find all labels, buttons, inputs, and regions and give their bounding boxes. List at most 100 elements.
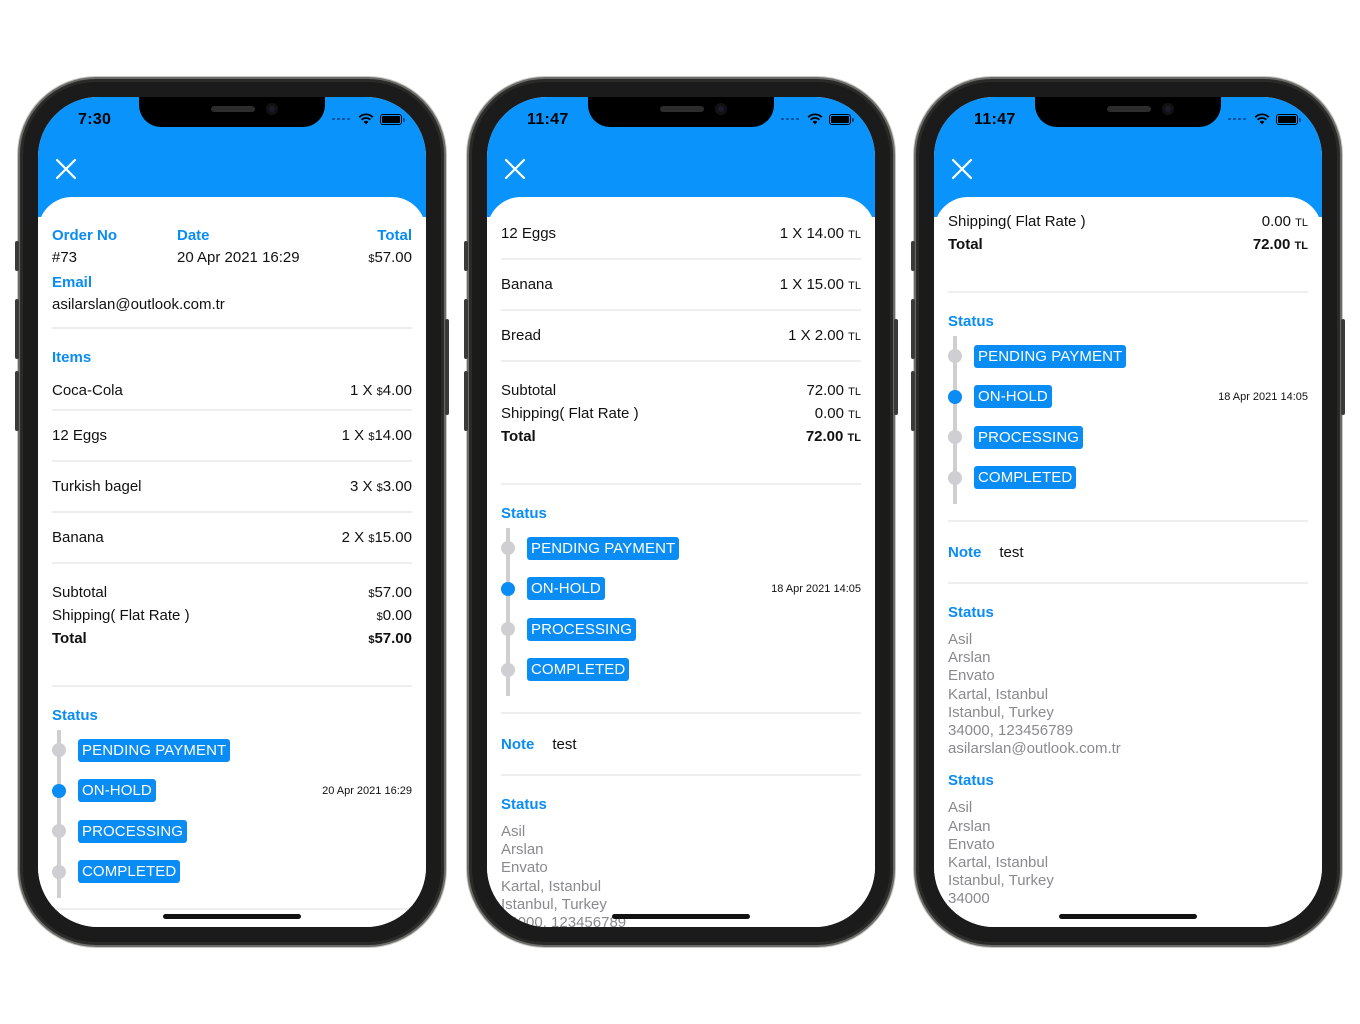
note-label: Note: [948, 543, 982, 561]
volume-up-button: [15, 299, 19, 359]
status-step: ON-HOLD 20 Apr 2021 16:29: [52, 771, 412, 812]
note-row: Note test: [501, 714, 861, 774]
status-label: Status: [52, 707, 98, 724]
phone-2: 11:47 12 Eggs 1 X 14.00 TL Banana 1 X 15…: [464, 77, 898, 947]
volume-up-button: [911, 299, 915, 359]
address-block: Asil Arslan Envato Kartal, Istanbul Ista…: [501, 823, 861, 927]
status-badge: PENDING PAYMENT: [527, 536, 680, 560]
home-indicator[interactable]: [612, 914, 750, 919]
home-indicator[interactable]: [163, 914, 301, 919]
status-badge: ON-HOLD: [527, 577, 605, 601]
status-badge: COMPLETED: [974, 466, 1077, 490]
status-timeline: PENDING PAYMENT ON-HOLD 20 Apr 2021 16:29…: [52, 730, 412, 898]
divider: [501, 774, 861, 776]
status-time: 7:30: [78, 111, 112, 128]
address-line: Arslan: [948, 649, 991, 667]
item-qty-price: 3 X $3.00: [349, 478, 412, 495]
email-label: Email: [52, 274, 93, 291]
close-icon[interactable]: [54, 157, 78, 181]
list-item: 12 Eggs 1 X $14.00: [52, 411, 412, 462]
step-dot: [501, 541, 515, 556]
status-step: PENDING PAYMENT: [501, 528, 861, 569]
items-list: 12 Eggs 1 X 14.00 TL Banana 1 X 15.00 TL…: [501, 209, 861, 362]
subtotal-label: Subtotal: [501, 382, 557, 399]
step-date: 18 Apr 2021 14:05: [1218, 390, 1308, 403]
order-detail-sheet[interactable]: Order No #73 Email asilarslan@outlook.co…: [38, 197, 426, 927]
signal-icon: [1228, 118, 1246, 120]
power-button: [1341, 319, 1345, 415]
total-value: $57.00: [368, 630, 412, 647]
email-value: asilarslan@outlook.com.tr: [52, 296, 225, 313]
notch: [139, 97, 325, 127]
list-item: Banana 1 X 15.00 TL: [501, 260, 861, 311]
total-label: Total: [948, 236, 983, 253]
status-icons: [1228, 113, 1301, 125]
step-dot: [501, 622, 515, 637]
billing-address-label: Status: [948, 604, 994, 621]
status-label: Status: [501, 505, 547, 522]
step-dot: [948, 470, 962, 485]
address-line: Asil: [501, 823, 526, 840]
notch: [1035, 97, 1221, 127]
mute-switch: [911, 241, 915, 271]
battery-icon: [1276, 113, 1301, 125]
order-totals: Shipping( Flat Rate ) 0.00 TL Total 72.00 …: [948, 211, 1308, 257]
divider: [948, 291, 1308, 293]
step-dot: [52, 864, 66, 879]
status-badge: COMPLETED: [527, 658, 630, 682]
notch: [588, 97, 774, 127]
status-step: PENDING PAYMENT: [52, 730, 412, 771]
list-item: Turkish bagel 3 X $3.00: [52, 462, 412, 513]
item-qty-price: 1 X $4.00: [349, 382, 412, 399]
address-line: Istanbul, Turkey: [948, 872, 1054, 890]
status-badge: PENDING PAYMENT: [78, 738, 231, 762]
billing-address-block: Asil Arslan Envato Kartal, Istanbul Ista…: [948, 631, 1308, 758]
subtotal-label: Subtotal: [52, 584, 108, 601]
wifi-icon: [807, 113, 823, 125]
status-badge: PROCESSING: [78, 819, 188, 843]
step-date: 20 Apr 2021 16:29: [322, 784, 412, 797]
home-indicator[interactable]: [1059, 914, 1197, 919]
order-detail-sheet[interactable]: 12 Eggs 1 X 14.00 TL Banana 1 X 15.00 TL…: [487, 197, 875, 927]
mute-switch: [464, 241, 468, 271]
note-value: test: [552, 735, 577, 753]
divider: [52, 327, 412, 329]
phone-1: 7:30 Order No #73 Email asilarslan@outlo…: [15, 77, 449, 947]
close-icon[interactable]: [950, 157, 974, 181]
status-step: PROCESSING: [948, 417, 1308, 458]
order-totals: Subtotal 72.00 TL Shipping( Flat Rate ) 0.…: [501, 380, 861, 449]
status-step: PROCESSING: [501, 609, 861, 650]
screen: 11:47 12 Eggs 1 X 14.00 TL Banana 1 X 15…: [487, 97, 875, 927]
item-qty-price: 2 X $15.00: [341, 529, 412, 546]
total-label: Total: [501, 428, 536, 445]
close-icon[interactable]: [503, 157, 527, 181]
wifi-icon: [358, 113, 374, 125]
order-detail-sheet[interactable]: Shipping( Flat Rate ) 0.00 TL Total 72.00 …: [934, 197, 1322, 927]
signal-icon: [781, 118, 799, 120]
status-step: PENDING PAYMENT: [948, 336, 1308, 377]
total-value: 72.00 TL: [1252, 236, 1308, 253]
shipping-label: Shipping( Flat Rate ): [52, 607, 190, 624]
volume-down-button: [911, 371, 915, 431]
step-dot: [501, 662, 515, 677]
phone-3: 11:47 Shipping( Flat Rate ) 0.00 TL Total…: [911, 77, 1345, 947]
item-name: Banana: [52, 529, 104, 546]
shipping-value: 0.00 TL: [814, 405, 861, 422]
order-summary: Order No #73 Email asilarslan@outlook.co…: [52, 225, 412, 313]
battery-icon: [380, 113, 405, 125]
total-value: $57.00: [368, 249, 412, 266]
address-line: Envato: [948, 835, 995, 853]
list-item: Banana 2 X $15.00: [52, 513, 412, 564]
status-icons: [781, 113, 854, 125]
date-value: 20 Apr 2021 16:29: [177, 249, 300, 266]
divider: [52, 685, 412, 687]
status-step: COMPLETED: [52, 852, 412, 893]
volume-up-button: [464, 299, 468, 359]
step-dot-active: [948, 389, 962, 404]
status-timeline: PENDING PAYMENT ON-HOLD 18 Apr 2021 14:05…: [501, 528, 861, 696]
items-label: Items: [52, 349, 92, 366]
address-line: Arslan: [501, 841, 544, 859]
item-name: Bread: [501, 327, 542, 344]
status-label: Status: [948, 313, 994, 330]
address-line: Arslan: [948, 817, 991, 835]
